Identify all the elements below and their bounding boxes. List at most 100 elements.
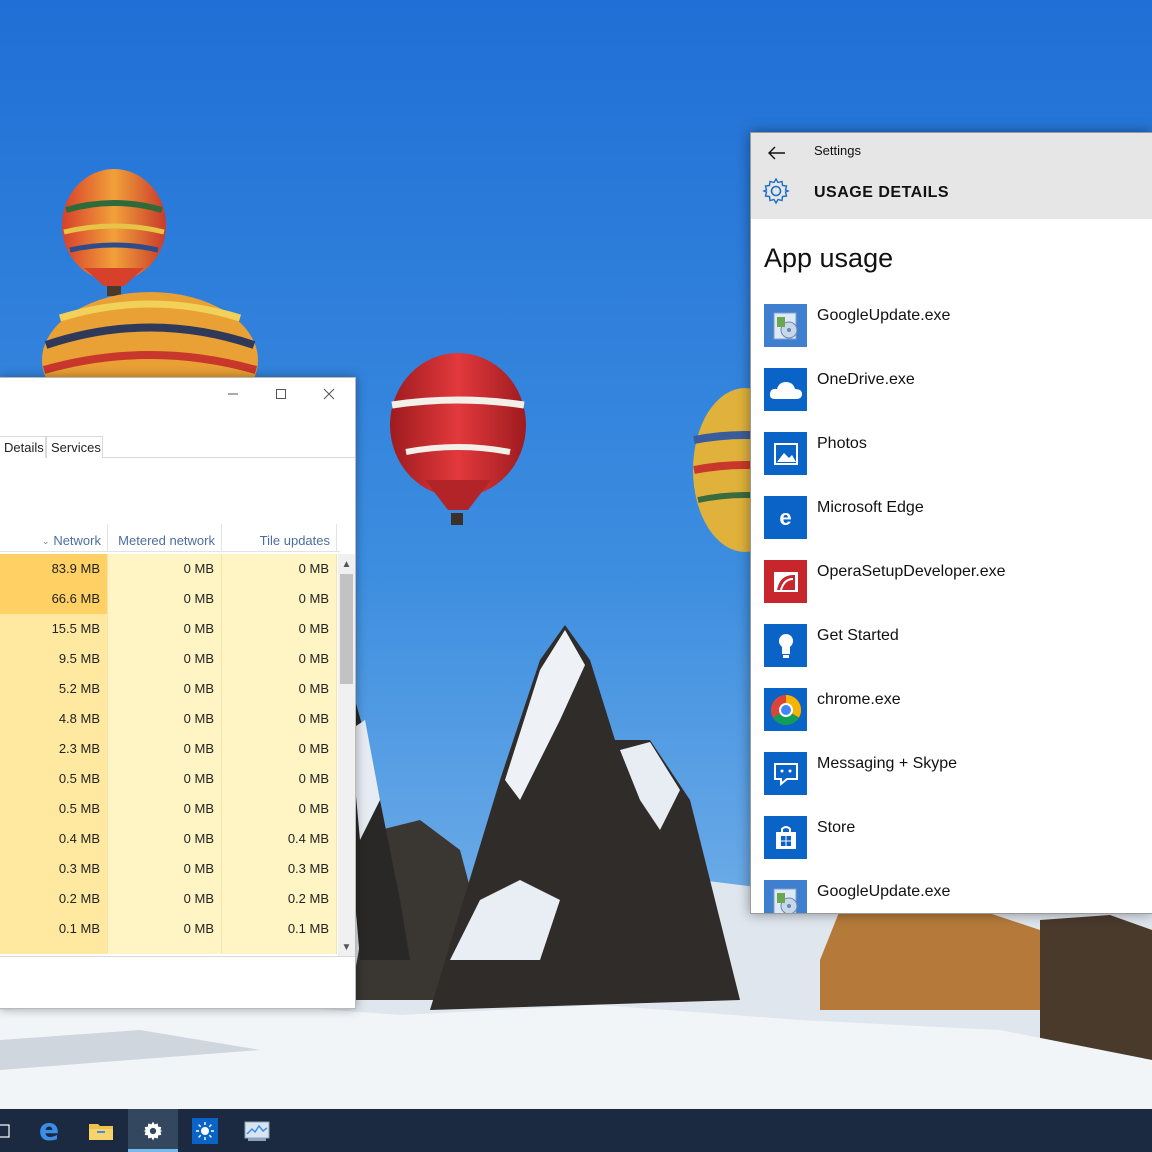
close-icon [323,388,335,400]
photos-icon [764,432,807,475]
minimize-icon [228,393,238,395]
cell-tile: 0 MB [222,644,337,674]
scroll-down-arrow-icon[interactable]: ▼ [338,939,355,956]
cell-metered: 0 MB [108,614,222,644]
divider [0,956,355,957]
cell-network: 9.5 MB [0,644,108,674]
column-network[interactable]: ⌄ Network [0,524,108,552]
table-row[interactable]: 5.2 MB 0 MB 0 MB [0,674,337,704]
cell-tile: 0 MB [222,674,337,704]
cell-network: 4.8 MB [0,704,108,734]
maximize-icon [276,389,286,399]
task-view-icon [0,1123,10,1138]
close-button[interactable] [306,378,352,410]
list-item[interactable]: OperaSetupDeveloper.exe [764,560,1152,624]
list-item[interactable]: Messaging + Skype [764,752,1152,816]
list-item[interactable]: GoogleUpdate.exe [764,880,1152,913]
tab-services[interactable]: Services [46,436,103,458]
list-item[interactable]: e Microsoft Edge [764,496,1152,560]
settings-icon [143,1121,163,1140]
file-explorer-icon [89,1123,113,1140]
table-row[interactable]: 9.5 MB 0 MB 0 MB [0,644,337,674]
app-name: Messaging + Skype [817,755,958,772]
list-item[interactable]: Get Started [764,624,1152,688]
cell-metered: 0 MB [108,644,222,674]
table-row[interactable]: 15.5 MB 0 MB 0 MB [0,614,337,644]
messaging-icon [764,752,807,795]
minimize-button[interactable] [210,378,256,410]
table-header: ⌄ Network Metered network Tile updates [0,524,340,552]
app-name: GoogleUpdate.exe [817,883,951,900]
app-name: chrome.exe [817,691,901,708]
vertical-scrollbar[interactable]: ▲ ▼ [338,554,355,956]
column-tile-updates[interactable]: Tile updates [222,524,337,552]
cell-network: 0.5 MB [0,794,108,824]
column-metered-network[interactable]: Metered network [108,524,222,552]
table-row[interactable]: 0.1 MB 0 MB 0.1 MB [0,944,337,954]
taskbar-task-manager-button[interactable] [232,1109,282,1152]
cell-network: 66.6 MB [0,584,108,614]
table-row[interactable]: 0.2 MB 0 MB 0.2 MB [0,884,337,914]
cell-tile: 0 MB [222,554,337,584]
taskbar-settings-button[interactable] [128,1109,178,1152]
table-row[interactable]: 4.8 MB 0 MB 0 MB [0,704,337,734]
google-update-icon [764,304,807,347]
app-name: OperaSetupDeveloper.exe [817,563,1006,580]
maximize-button[interactable] [258,378,304,410]
cell-tile: 0 MB [222,734,337,764]
cell-network: 5.2 MB [0,674,108,704]
cell-network: 0.2 MB [0,884,108,914]
tab-details[interactable]: Details [0,436,46,458]
get-started-icon [764,624,807,667]
table-row[interactable]: 2.3 MB 0 MB 0 MB [0,734,337,764]
app-name: Store [817,819,856,836]
cell-network: 0.3 MB [0,854,108,884]
cell-tile: 0 MB [222,584,337,614]
cell-metered: 0 MB [108,554,222,584]
settings-window: Settings USAGE DETAILS App usage GoogleU… [750,132,1152,914]
list-item[interactable]: Photos [764,432,1152,496]
cell-tile: 0.1 MB [222,914,337,944]
list-item[interactable]: GoogleUpdate.exe [764,304,1152,368]
taskbar-file-explorer-button[interactable] [76,1109,126,1152]
sort-chevron-icon: ⌄ [42,536,50,546]
scroll-up-arrow-icon[interactable]: ▲ [338,556,355,573]
cell-network: 0.1 MB [0,914,108,944]
store-icon [764,816,807,859]
section-title: USAGE DETAILS [814,184,950,201]
taskbar-edge-button[interactable]: e [24,1109,74,1152]
settings-header: Settings USAGE DETAILS [751,133,1152,219]
cell-network: 15.5 MB [0,614,108,644]
cell-tile: 0 MB [222,794,337,824]
app-usage-list: GoogleUpdate.exe OneDrive.exe Photos e M… [764,304,1152,913]
column-metered-label: Metered network [118,533,215,548]
cell-metered: 0 MB [108,884,222,914]
chrome-icon [764,688,807,731]
table-row[interactable]: 0.4 MB 0 MB 0.4 MB [0,824,337,854]
column-tile-label: Tile updates [259,533,330,548]
scroll-thumb[interactable] [340,574,353,684]
table-row[interactable]: 0.3 MB 0 MB 0.3 MB [0,854,337,884]
taskbar-brightness-button[interactable] [180,1109,230,1152]
cell-tile: 0 MB [222,764,337,794]
opera-setup-icon [764,560,807,603]
app-name: Get Started [817,627,899,644]
table-row[interactable]: 0.5 MB 0 MB 0 MB [0,794,337,824]
back-arrow-icon [768,146,785,160]
page-title: App usage [764,243,894,273]
table-row[interactable]: 0.1 MB 0 MB 0.1 MB [0,914,337,944]
cell-metered: 0 MB [108,794,222,824]
app-name: GoogleUpdate.exe [817,307,951,324]
list-item[interactable]: chrome.exe [764,688,1152,752]
list-item[interactable]: OneDrive.exe [764,368,1152,432]
list-item[interactable]: Store [764,816,1152,880]
table-row[interactable]: 83.9 MB 0 MB 0 MB [0,554,337,584]
cell-metered: 0 MB [108,764,222,794]
google-update-icon [764,880,807,913]
back-button[interactable] [761,137,793,169]
cell-tile: 0 MB [222,704,337,734]
table-row[interactable]: 66.6 MB 0 MB 0 MB [0,584,337,614]
cell-tile: 0.2 MB [222,884,337,914]
cell-network: 83.9 MB [0,554,108,584]
table-row[interactable]: 0.5 MB 0 MB 0 MB [0,764,337,794]
